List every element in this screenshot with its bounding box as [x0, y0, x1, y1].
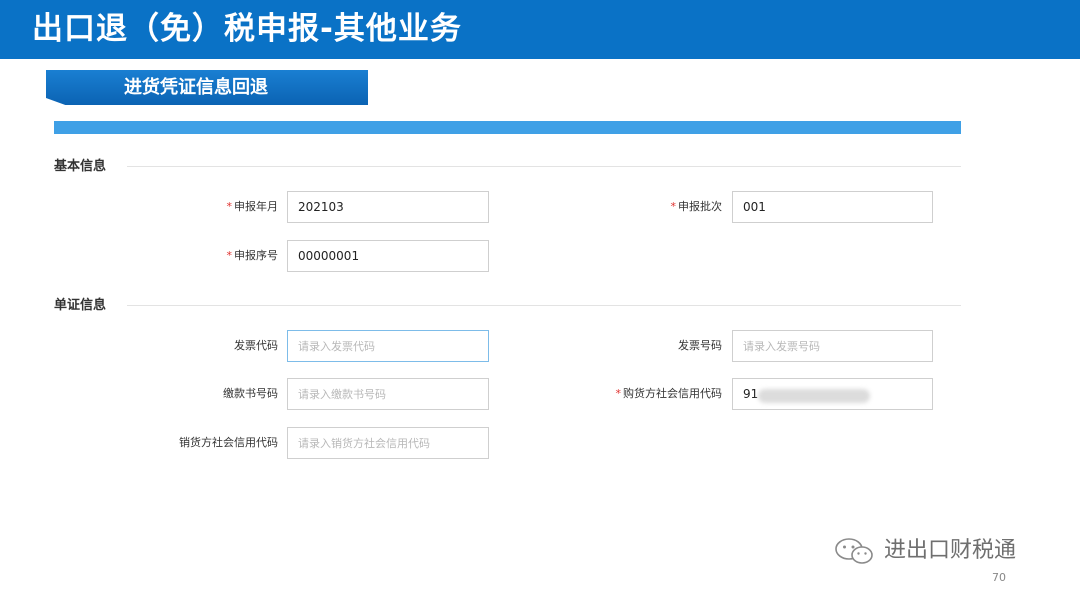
seller-credit-code-label: 销货方社会信用代码 — [179, 436, 278, 449]
buyer-credit-code-label: * 购货方社会信用代码 — [615, 387, 723, 400]
page-title: 出口退（免）税申报-其他业务 — [32, 11, 462, 47]
section-tab-label: 进货凭证信息回退 — [124, 77, 268, 98]
required-mark: * — [615, 387, 622, 400]
declare-month-input[interactable] — [287, 191, 489, 223]
watermark-text: 进出口财税通 — [884, 538, 1017, 563]
basic-info-title: 基本信息 — [54, 159, 107, 174]
seller-credit-code-input[interactable] — [287, 427, 489, 459]
payment-number-label: 缴款书号码 — [223, 387, 278, 400]
declare-seq-label: * 申报序号 — [226, 249, 279, 262]
declare-seq-input[interactable] — [287, 240, 489, 272]
required-mark: * — [226, 249, 233, 262]
payment-number-input[interactable] — [287, 378, 489, 410]
redaction-blur — [758, 389, 870, 403]
declare-batch-label: * 申报批次 — [670, 200, 723, 213]
required-mark: * — [670, 200, 677, 213]
invoice-code-input[interactable] — [287, 330, 489, 362]
page-number: 70 — [992, 571, 1006, 584]
wechat-icon — [835, 538, 873, 564]
invoice-number-label: 发票号码 — [678, 339, 722, 352]
required-mark: * — [226, 200, 233, 213]
accent-bar — [54, 121, 961, 134]
invoice-number-input[interactable] — [732, 330, 933, 362]
basic-info-divider — [127, 166, 961, 167]
declare-batch-input[interactable] — [732, 191, 933, 223]
declare-month-label: * 申报年月 — [226, 200, 279, 213]
voucher-info-title: 单证信息 — [54, 298, 107, 313]
voucher-info-divider — [127, 305, 961, 306]
invoice-code-label: 发票代码 — [234, 339, 278, 352]
